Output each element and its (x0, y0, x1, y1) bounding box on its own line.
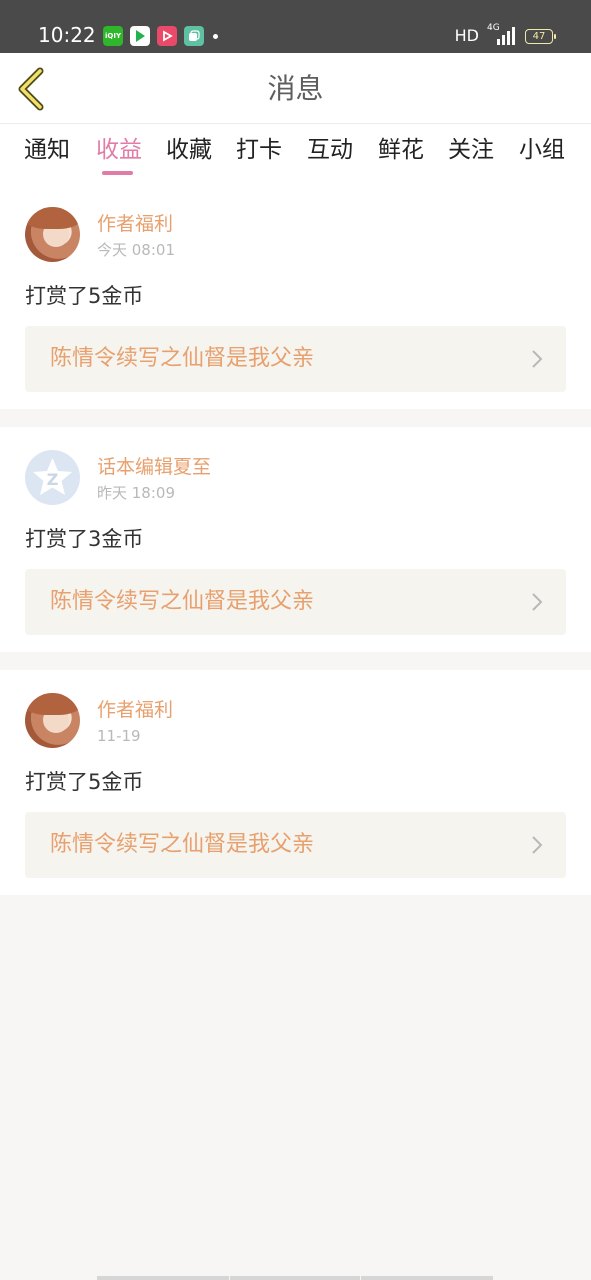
battery-level: 47 (532, 30, 546, 42)
work-title: 陈情令续写之仙督是我父亲 (50, 589, 315, 614)
notification-icons: iQIY (103, 26, 218, 46)
editor-star-logo-icon: Z (33, 458, 72, 495)
red-app-icon (157, 26, 177, 46)
svg-text:Z: Z (47, 470, 59, 489)
tab-following[interactable]: 关注 (448, 134, 494, 166)
work-link[interactable]: 陈情令续写之仙督是我父亲 (25, 569, 566, 635)
status-indicators: HD 4G 47 (454, 23, 556, 48)
green-app-icon (184, 26, 204, 46)
tab-groups[interactable]: 小组 (519, 134, 565, 166)
work-link[interactable]: 陈情令续写之仙督是我父亲 (25, 326, 566, 392)
work-title: 陈情令续写之仙督是我父亲 (50, 346, 315, 371)
sender-name[interactable]: 作者福利 (97, 698, 173, 722)
message-text: 打赏了5金币 (25, 770, 144, 794)
message-time: 今天 08:01 (97, 241, 175, 259)
work-title: 陈情令续写之仙督是我父亲 (50, 832, 315, 857)
message-card: 作者福利 11-19 打赏了5金币 陈情令续写之仙督是我父亲 (0, 670, 591, 895)
page-title: 消息 (267, 72, 324, 105)
tab-checkin[interactable]: 打卡 (236, 134, 282, 166)
app-header: 消息 (0, 53, 591, 124)
sender-name[interactable]: 话本编辑夏至 (97, 455, 211, 479)
tencent-video-app-icon (130, 26, 150, 46)
battery-icon: 47 (525, 28, 556, 44)
avatar[interactable] (25, 693, 80, 748)
status-time: 10:22 (38, 23, 96, 47)
active-tab-indicator (102, 171, 133, 175)
iqiyi-app-icon: iQIY (103, 26, 123, 46)
gesture-bar (361, 1276, 493, 1280)
sender-name[interactable]: 作者福利 (97, 212, 173, 236)
avatar[interactable] (25, 207, 80, 262)
chevron-right-icon (532, 836, 543, 854)
message-text: 打赏了3金币 (25, 527, 144, 551)
status-bar: 10:22 iQIY HD 4G 47 (0, 0, 591, 53)
tab-interaction[interactable]: 互动 (307, 134, 353, 166)
tab-favorites[interactable]: 收藏 (166, 134, 212, 166)
tab-notifications[interactable]: 通知 (24, 134, 70, 166)
message-time: 昨天 18:09 (97, 484, 175, 502)
chevron-right-icon (532, 350, 543, 368)
tab-bar: 通知 收益 收藏 打卡 互动 鲜花 关注 小组 (0, 124, 591, 184)
tab-earnings[interactable]: 收益 (96, 134, 142, 166)
tab-flowers[interactable]: 鲜花 (378, 134, 424, 166)
signal-icon: 4G (487, 23, 517, 47)
chevron-right-icon (532, 593, 543, 611)
message-text: 打赏了5金币 (25, 284, 144, 308)
message-time: 11-19 (97, 727, 141, 745)
gesture-bar (97, 1276, 229, 1280)
hd-indicator: HD (454, 26, 479, 45)
work-link[interactable]: 陈情令续写之仙督是我父亲 (25, 812, 566, 878)
message-card: 作者福利 今天 08:01 打赏了5金币 陈情令续写之仙督是我父亲 (0, 184, 591, 409)
message-card: Z 话本编辑夏至 昨天 18:09 打赏了3金币 陈情令续写之仙督是我父亲 (0, 427, 591, 652)
avatar[interactable]: Z (25, 450, 80, 505)
more-notifications-dot-icon (213, 33, 218, 39)
gesture-bar (230, 1276, 360, 1280)
